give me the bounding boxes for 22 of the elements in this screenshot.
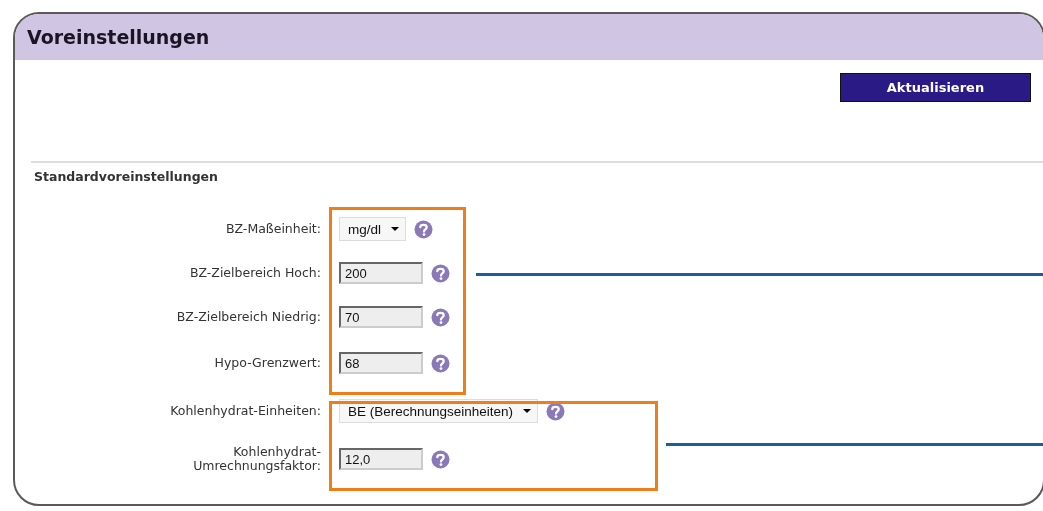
field-label: BZ-Zielbereich Hoch: xyxy=(189,265,321,281)
field-label: BZ-Zielbereich Niedrig: xyxy=(176,309,321,325)
help-icon[interactable] xyxy=(431,449,450,469)
input-field[interactable]: 200 xyxy=(339,262,423,284)
help-icon[interactable] xyxy=(431,307,450,327)
dropdown[interactable]: mg/dl xyxy=(339,217,406,241)
input-field[interactable]: 12,0 xyxy=(339,448,423,470)
input-field[interactable]: 70 xyxy=(339,306,423,328)
field-label: BZ-Maßeinheit: xyxy=(225,221,321,237)
input-field[interactable]: 68 xyxy=(339,352,423,374)
help-icon[interactable] xyxy=(431,263,450,283)
caret-icon xyxy=(391,227,399,231)
help-icon[interactable] xyxy=(414,219,433,239)
help-icon[interactable] xyxy=(546,401,566,421)
section-heading: Standardvoreinstellungen xyxy=(33,168,219,184)
window-title: Voreinstellungen xyxy=(15,14,1043,60)
caret-icon xyxy=(523,409,532,413)
field-label: Hypo-Grenzwert: xyxy=(214,355,321,371)
update-button[interactable]: Aktualisieren xyxy=(840,73,1031,102)
field-label: Kohlenhydrat-Umrechnungsfaktor: xyxy=(192,444,321,474)
field-label: Kohlenhydrat-Einheiten: xyxy=(170,403,321,419)
help-icon[interactable] xyxy=(431,353,450,373)
